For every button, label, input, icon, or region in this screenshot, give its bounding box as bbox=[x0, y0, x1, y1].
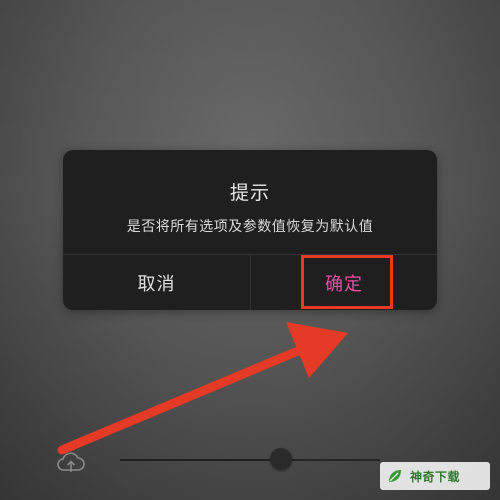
reset-confirm-dialog: 提示 是否将所有选项及参数值恢复为默认值 取消 确定 bbox=[63, 150, 437, 310]
site-watermark: 神奇下载 bbox=[380, 462, 490, 490]
cloud-upload-icon bbox=[57, 452, 85, 472]
upload-button[interactable] bbox=[55, 448, 87, 476]
confirm-button[interactable]: 确定 bbox=[251, 255, 437, 310]
dialog-title: 提示 bbox=[229, 182, 270, 204]
slider-fill bbox=[120, 459, 282, 461]
watermark-text: 神奇下载 bbox=[410, 469, 461, 484]
slider-track[interactable] bbox=[120, 459, 380, 461]
dialog-message: 是否将所有选项及参数值恢复为默认值 bbox=[126, 219, 374, 235]
cancel-button[interactable]: 取消 bbox=[63, 255, 250, 310]
leaf-logo-icon bbox=[386, 467, 404, 485]
